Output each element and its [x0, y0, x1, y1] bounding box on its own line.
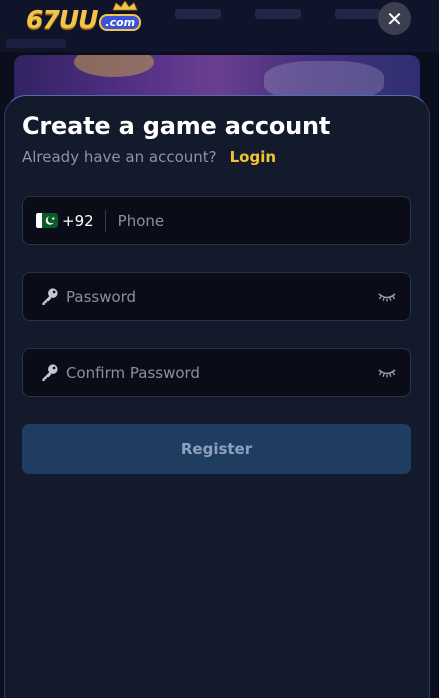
site-header: 67UU .com — [0, 0, 439, 52]
site-nav — [175, 9, 381, 19]
phone-field: +92 — [22, 196, 411, 245]
key-icon — [42, 288, 58, 306]
phone-input[interactable] — [117, 197, 410, 244]
field-divider — [104, 209, 106, 232]
logo-text: 67UU — [26, 4, 98, 34]
login-prompt: Already have an account? Login — [22, 148, 276, 166]
confirm-password-field — [22, 348, 411, 397]
nav-placeholder — [255, 9, 301, 19]
key-icon — [42, 364, 58, 382]
password-field — [22, 272, 411, 321]
pakistan-flag-icon — [36, 213, 58, 228]
country-code: +92 — [62, 211, 94, 230]
register-button[interactable]: Register — [22, 424, 411, 474]
password-input[interactable] — [66, 273, 378, 320]
modal-title: Create a game account — [22, 112, 331, 140]
site-logo[interactable]: 67UU .com — [26, 1, 142, 35]
eye-closed-icon[interactable] — [378, 368, 396, 378]
login-prompt-text: Already have an account? — [22, 148, 217, 166]
nav-placeholder — [175, 9, 221, 19]
page: 67UU .com ✕ Create a game account Alread… — [0, 0, 439, 698]
close-button[interactable]: ✕ — [378, 2, 411, 35]
confirm-password-input[interactable] — [66, 349, 378, 396]
login-link[interactable]: Login — [230, 148, 276, 166]
close-icon: ✕ — [386, 6, 403, 31]
crown-icon — [112, 1, 138, 11]
country-code-selector[interactable]: +92 — [36, 212, 94, 230]
nav-placeholder — [335, 9, 381, 19]
nav-placeholder — [6, 39, 66, 48]
logo-suffix: .com — [99, 13, 142, 31]
eye-closed-icon[interactable] — [378, 292, 396, 302]
